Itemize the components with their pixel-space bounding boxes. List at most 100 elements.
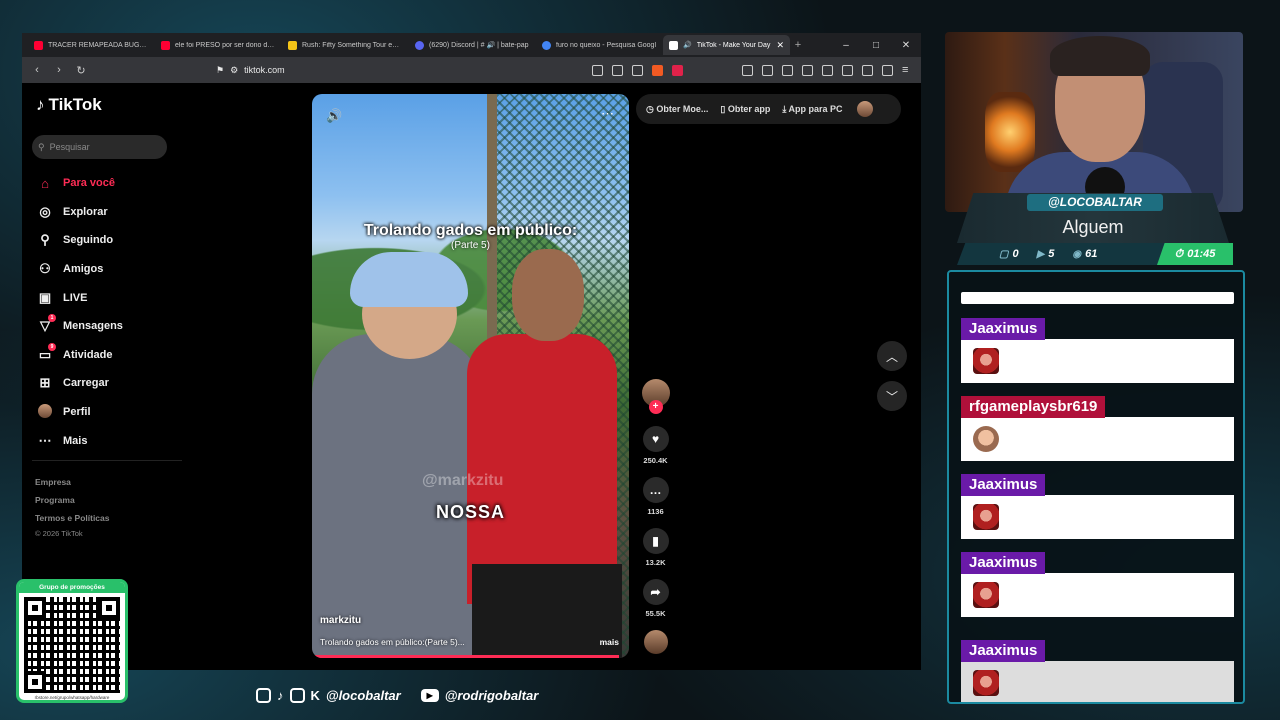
sidebar-item-atividade[interactable]: ▭ 9 Atividade bbox=[37, 341, 123, 370]
follow-plus-icon[interactable]: + bbox=[648, 400, 663, 414]
video-subtitle-overlay: (Parte 5) bbox=[451, 240, 490, 251]
volume-icon[interactable]: 🔊 bbox=[326, 108, 342, 124]
video-player[interactable]: 🔊 ⋯ Trolando gados em público: (Parte 5)… bbox=[312, 94, 629, 658]
chat-message: Jaaximus bbox=[961, 318, 1234, 383]
streamer-handle: @LOCOBALTAR bbox=[1027, 194, 1163, 211]
tiktok-favicon-icon bbox=[669, 40, 678, 50]
sidebar-icon[interactable] bbox=[822, 64, 833, 76]
avatar[interactable] bbox=[856, 101, 873, 117]
extension-icon[interactable] bbox=[592, 64, 603, 76]
chat-username: rfgameplaysbr619 bbox=[961, 396, 1106, 418]
like-action[interactable]: ♥ 250.4K bbox=[639, 426, 672, 477]
video-progress-bar[interactable] bbox=[312, 655, 620, 658]
sidebar-item-perfil[interactable]: Perfil bbox=[37, 398, 123, 427]
vpn-icon[interactable] bbox=[882, 64, 893, 76]
new-tab-button[interactable]: + bbox=[790, 39, 806, 51]
url-text: tiktok.com bbox=[244, 65, 285, 75]
more-button[interactable]: mais bbox=[600, 637, 619, 647]
extension-icon[interactable] bbox=[742, 64, 753, 76]
footer-link-termos[interactable]: Termos e Políticas bbox=[35, 509, 109, 527]
save-action[interactable]: ▮ 13.2K bbox=[639, 528, 672, 579]
brave-shield-icon[interactable] bbox=[652, 64, 663, 76]
comment-icon[interactable]: … bbox=[642, 477, 669, 503]
video-username[interactable]: markzitu bbox=[320, 615, 361, 626]
media-icon[interactable] bbox=[802, 64, 813, 76]
browser-tab[interactable]: furo no queixo - Pesquisa Googl bbox=[536, 35, 663, 55]
site-info-icon[interactable]: ⚙ bbox=[230, 65, 238, 76]
youtube-favicon-icon bbox=[34, 40, 43, 50]
wallet-icon[interactable] bbox=[842, 64, 853, 76]
chat-message: Jaaximus bbox=[961, 552, 1234, 617]
tab-title: ele foi PRESO por ser dono de u bbox=[175, 41, 276, 49]
video-description: Trolando gados em público:(Parte 5)... bbox=[320, 637, 465, 647]
sidebar-item-label: Perfil bbox=[63, 406, 91, 419]
reload-icon[interactable]: ↻ bbox=[74, 64, 88, 77]
maximize-button[interactable]: □ bbox=[861, 40, 891, 51]
tiktok-logo[interactable]: ♪ TikTok bbox=[36, 95, 102, 115]
bookmark-icon[interactable]: ▮ bbox=[642, 528, 669, 554]
creator-avatar[interactable]: + bbox=[641, 379, 670, 414]
sidebar-item-seguindo[interactable]: ⚲ Seguindo bbox=[37, 226, 123, 255]
chat-message: Jaaximus bbox=[961, 474, 1234, 539]
music-disc-avatar[interactable] bbox=[643, 630, 668, 654]
browser-tab-active[interactable]: 🔊 TikTok - Make Your Day ✕ bbox=[663, 35, 790, 55]
url-field[interactable]: ⚑ ⚙ tiktok.com bbox=[216, 61, 516, 79]
get-app-button[interactable]: ▯ Obter app bbox=[720, 104, 770, 115]
browser-tab[interactable]: (6290) Discord | # 🔊 | bate-pap bbox=[409, 35, 536, 55]
tab-title: TRACER REMAPEADA BUGANDO bbox=[48, 41, 149, 49]
heart-icon[interactable]: ♥ bbox=[642, 426, 669, 452]
video-options-icon[interactable]: ⋯ bbox=[601, 106, 615, 122]
minimize-button[interactable]: – bbox=[831, 40, 861, 51]
sidebar-item-live[interactable]: ▣ LIVE bbox=[37, 283, 123, 312]
download-icon[interactable] bbox=[782, 64, 793, 76]
sidebar-item-carregar[interactable]: ⊞ Carregar bbox=[37, 369, 123, 398]
sidebar-item-amigos[interactable]: ⚇ Amigos bbox=[37, 255, 123, 284]
browser-tab[interactable]: ele foi PRESO por ser dono de u bbox=[155, 35, 282, 55]
sidebar-item-mensagens[interactable]: ▽ 1 Mensagens bbox=[37, 312, 123, 341]
search-input[interactable]: ⚲ Pesquisar bbox=[32, 135, 167, 159]
twitch-icon bbox=[289, 688, 305, 703]
leo-icon[interactable] bbox=[862, 64, 873, 76]
sidebar-item-para-voce[interactable]: ⌂ Para você bbox=[37, 169, 123, 198]
close-window-button[interactable]: ✕ bbox=[891, 40, 921, 51]
sidebar-item-explorar[interactable]: ◎ Explorar bbox=[37, 198, 123, 227]
viewers-stat-value: 61 bbox=[1085, 248, 1098, 260]
bookmark-icon[interactable]: ⚑ bbox=[216, 65, 224, 76]
share-action[interactable]: ➦ 55.5K bbox=[639, 579, 672, 630]
chevron-down-icon: ﹀ bbox=[885, 389, 898, 404]
chat-message-body bbox=[961, 661, 1234, 702]
sidebar-item-label: Mensagens bbox=[63, 320, 123, 333]
chat-username: Jaaximus bbox=[961, 318, 1046, 340]
sidebar-divider bbox=[32, 460, 182, 461]
get-coins-button[interactable]: ◷ Obter Moe... bbox=[646, 104, 708, 115]
browser-tab[interactable]: TRACER REMAPEADA BUGANDO bbox=[28, 35, 155, 55]
save-count: 13.2K bbox=[645, 558, 666, 567]
sidebar-item-label: Carregar bbox=[63, 377, 109, 390]
search-placeholder: Pesquisar bbox=[49, 142, 90, 152]
footer-link-programa[interactable]: Programa bbox=[35, 491, 109, 509]
share-icon[interactable]: ➦ bbox=[642, 579, 669, 605]
extension-icon[interactable] bbox=[762, 64, 773, 76]
next-video-button[interactable]: ﹀ bbox=[877, 381, 907, 411]
previous-video-button[interactable]: ︿ bbox=[877, 341, 907, 371]
browser-tab[interactable]: Rush: Fifty Something Tour em 2 bbox=[282, 35, 409, 55]
chat-message: rfgameplaysbr619 bbox=[961, 396, 1234, 461]
pc-app-button[interactable]: ⤓ App para PC bbox=[782, 104, 842, 115]
youtube-handle: @rodrigobaltar bbox=[444, 688, 539, 703]
share-icon[interactable] bbox=[632, 64, 643, 76]
brave-rewards-icon[interactable] bbox=[672, 64, 683, 76]
angry-emote-icon bbox=[973, 348, 999, 374]
sidebar-item-mais[interactable]: ⋯ Mais bbox=[37, 426, 123, 455]
menu-icon[interactable]: ≡ bbox=[902, 64, 913, 76]
browser-window: TRACER REMAPEADA BUGANDO ele foi PRESO p… bbox=[22, 33, 921, 670]
extension-icon[interactable] bbox=[612, 64, 623, 76]
youtube-icon: ▶ bbox=[420, 689, 439, 702]
back-icon[interactable]: ‹ bbox=[30, 64, 44, 76]
share-count: 55.5K bbox=[645, 609, 666, 618]
audio-playing-icon: 🔊 bbox=[683, 42, 692, 49]
comment-action[interactable]: … 1136 bbox=[639, 477, 672, 528]
close-tab-icon[interactable]: ✕ bbox=[776, 40, 784, 51]
footer-link-empresa[interactable]: Empresa bbox=[35, 473, 109, 491]
webcam-streamer-hair bbox=[1050, 36, 1150, 76]
forward-icon[interactable]: › bbox=[52, 64, 66, 76]
